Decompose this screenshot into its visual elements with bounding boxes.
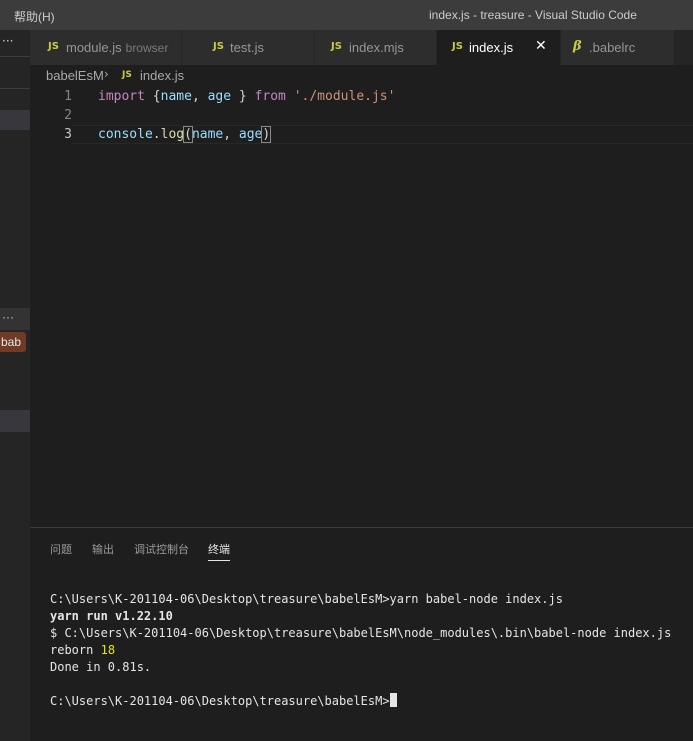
sidebar-selected-item[interactable] (0, 410, 30, 432)
token-variable: name (191, 127, 224, 142)
sidebar-selected-item[interactable] (0, 110, 30, 130)
terminal-line: reborn 18 (50, 642, 671, 659)
terminal-line: C:\Users\K-201104-06\Desktop\treasure\ba… (50, 592, 563, 606)
line-number: 3 (64, 127, 72, 142)
tab-test-js[interactable]: JS test.js (182, 30, 315, 65)
tab-index-js[interactable]: JS index.js ✕ (437, 30, 561, 65)
token-variable: age (238, 127, 263, 142)
more-actions-icon[interactable]: ··· (2, 310, 14, 324)
token-punct: } (231, 89, 255, 104)
sidebar-divider (0, 88, 30, 89)
menu-help[interactable]: 帮助(H) (14, 8, 55, 25)
token-variable: age (207, 89, 232, 104)
tab-label: module.js (66, 40, 122, 55)
token-function: log (160, 127, 185, 142)
token-variable: console (98, 127, 153, 142)
sidebar-divider (0, 56, 30, 57)
token-bracket: ) (261, 126, 272, 143)
token-keyword: from (254, 89, 286, 104)
more-actions-icon[interactable]: ··· (2, 34, 13, 48)
code-line-3[interactable]: console.log(name, age) (98, 126, 272, 143)
token-punct: , (223, 127, 239, 142)
tab-label: index.js (469, 40, 514, 55)
chevron-right-icon: › (104, 67, 109, 81)
terminal-prompt-line: C:\Users\K-201104-06\Desktop\treasure\ba… (50, 693, 671, 710)
token-punct: , (191, 89, 208, 104)
line-number: 2 (64, 108, 72, 123)
token-keyword: import (98, 89, 145, 104)
tab-label: test.js (230, 40, 264, 55)
breadcrumb-file[interactable]: index.js (140, 68, 184, 83)
tab-label: .babelrc (589, 40, 636, 55)
code-editor[interactable]: 1 2 3 import {name, age } from './module… (30, 87, 693, 527)
tab-problems[interactable]: 问题 (50, 541, 72, 557)
terminal-output[interactable]: C:\Users\K-201104-06\Desktop\treasure\ba… (50, 591, 671, 710)
line-number: 1 (64, 89, 72, 104)
tab-index-mjs[interactable]: JS index.mjs (315, 30, 437, 65)
terminal-number: 18 (100, 643, 116, 657)
terminal-prompt: C:\Users\K-201104-06\Desktop\treasure\ba… (50, 694, 390, 708)
bottom-panel: 问题 输出 调试控制台 终端 C:\Users\K-201104-06\Desk… (30, 527, 693, 741)
breadcrumb-folder[interactable]: babelEsM (46, 68, 104, 83)
terminal-line: yarn run v1.22.10 (50, 609, 173, 623)
close-icon[interactable]: ✕ (535, 38, 547, 54)
terminal-cursor (389, 693, 397, 707)
tab-babelrc[interactable]: β .babelrc (561, 30, 675, 65)
terminal-text: reborn (50, 643, 94, 657)
babel-icon: β (573, 39, 582, 54)
js-file-icon: JS (452, 41, 463, 52)
terminal-line: Done in 0.81s. (50, 660, 152, 674)
token-bracket: ( (183, 126, 193, 143)
sidebar: ··· ··· bab (0, 30, 30, 741)
sidebar-badge[interactable]: bab (0, 332, 26, 352)
token-variable: name (160, 89, 192, 104)
window-title: index.js - treasure - Visual Studio Code (429, 8, 637, 22)
editor-tabs: JS module.js browser JS test.js JS index.… (30, 30, 693, 65)
sidebar-section-header[interactable]: ··· (0, 308, 30, 330)
js-file-icon: JS (122, 70, 132, 80)
code-line-1[interactable]: import {name, age } from './module.js' (98, 89, 395, 104)
tab-output[interactable]: 输出 (92, 541, 114, 557)
active-tab-indicator (208, 560, 230, 561)
js-file-icon: JS (213, 41, 224, 52)
token-punct: . (152, 127, 161, 142)
tab-label: index.mjs (349, 40, 404, 55)
js-file-icon: JS (48, 41, 59, 52)
tab-module-js[interactable]: JS module.js browser (30, 30, 182, 65)
terminal-line: $ C:\Users\K-201104-06\Desktop\treasure\… (50, 626, 672, 640)
tab-debug-console[interactable]: 调试控制台 (134, 541, 189, 557)
title-bar: 帮助(H) index.js - treasure - Visual Studi… (0, 0, 693, 30)
token-string: './module.js' (293, 89, 396, 104)
tab-terminal[interactable]: 终端 (208, 541, 230, 557)
breadcrumb: babelEsM › JS index.js (30, 65, 693, 87)
token-punct: { (144, 89, 161, 104)
tab-description: browser (125, 41, 169, 55)
js-file-icon: JS (331, 41, 342, 52)
